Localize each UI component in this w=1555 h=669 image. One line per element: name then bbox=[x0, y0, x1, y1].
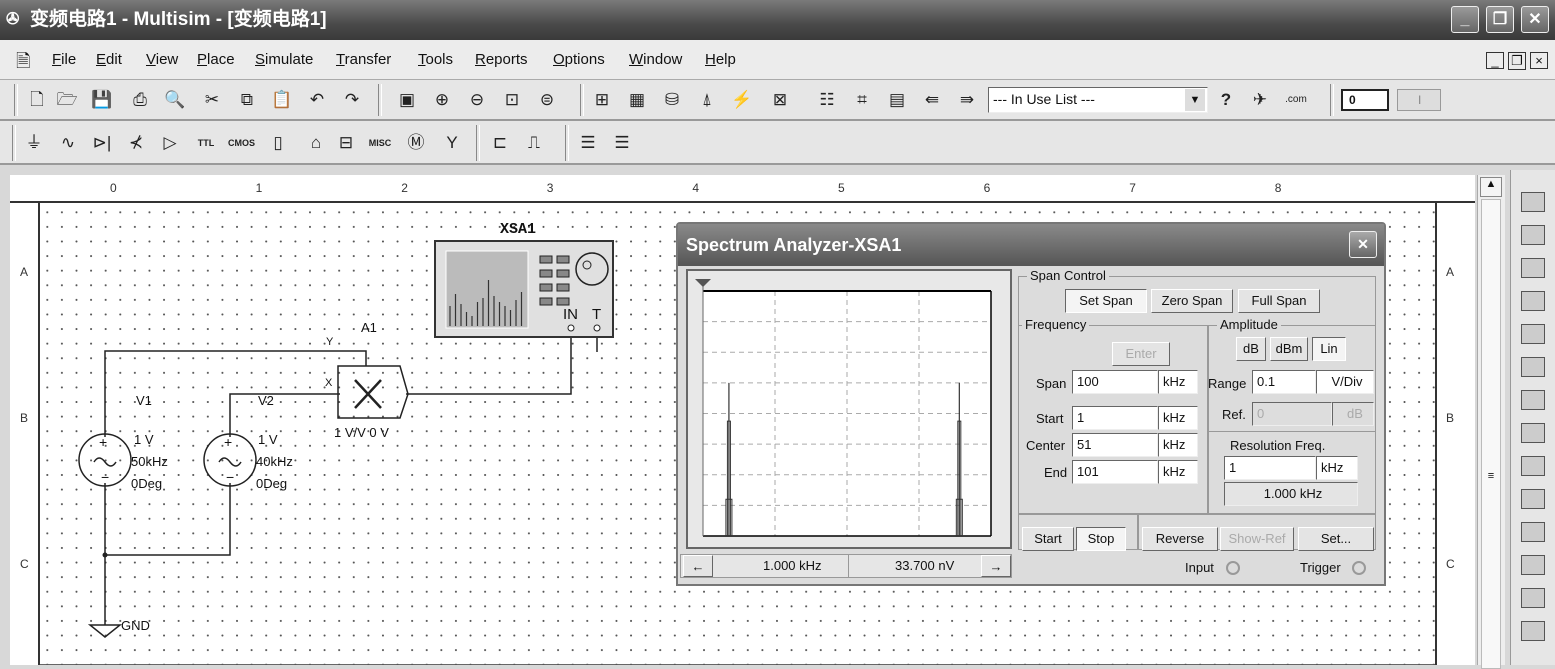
range-unit[interactable]: V/Div bbox=[1316, 370, 1374, 394]
resolution-label: Resolution Freq. bbox=[1230, 438, 1326, 453]
wire-v2-x bbox=[229, 393, 340, 437]
db-button[interactable]: dB bbox=[1236, 337, 1266, 361]
v2-amplitude: 1 V bbox=[258, 432, 278, 447]
v1-phase: 0Deg bbox=[131, 476, 163, 491]
pin-x-label: X bbox=[325, 377, 333, 389]
ref-unit[interactable]: dB bbox=[1332, 402, 1374, 426]
start-input[interactable]: 1 bbox=[1072, 406, 1158, 430]
arrow-left-icon: ← bbox=[691, 559, 705, 574]
input-label: Input bbox=[1185, 560, 1214, 575]
stop-button[interactable]: Stop bbox=[1076, 527, 1126, 551]
show-ref-button[interactable]: Show-Ref bbox=[1220, 527, 1294, 551]
center-input[interactable]: 51 bbox=[1072, 433, 1158, 457]
v1-frequency: 50kHz bbox=[131, 454, 168, 469]
cursor-right-button[interactable]: → bbox=[981, 555, 1011, 577]
wire-v2-gnd bbox=[105, 483, 231, 556]
ref-input[interactable]: 0 bbox=[1252, 402, 1332, 426]
center-label: Center bbox=[1026, 438, 1066, 453]
cursor-marker-icon bbox=[695, 279, 711, 287]
input-terminal-icon[interactable] bbox=[1226, 561, 1240, 575]
span-unit[interactable]: kHz bbox=[1158, 370, 1198, 394]
start-unit[interactable]: kHz bbox=[1158, 406, 1198, 430]
end-unit[interactable]: kHz bbox=[1158, 460, 1198, 484]
range-label: Range bbox=[1208, 376, 1247, 391]
pin-t-label: T bbox=[592, 306, 602, 323]
spectrum-display bbox=[686, 269, 1012, 549]
enter-button[interactable]: Enter bbox=[1112, 342, 1170, 366]
pin-y-label: Y bbox=[326, 336, 334, 348]
svg-text:−: − bbox=[101, 469, 109, 485]
start-label: Start bbox=[1036, 411, 1064, 426]
cursor-bar: ← 1.000 kHz 33.700 nV → bbox=[680, 554, 1012, 578]
ground-icon bbox=[87, 624, 123, 638]
v1-ref: V1 bbox=[136, 393, 152, 408]
sa-close-button[interactable]: ✕ bbox=[1349, 231, 1377, 258]
reverse-button[interactable]: Reverse bbox=[1142, 527, 1218, 551]
spectrum-analyzer-window: Spectrum Analyzer-XSA1 ✕ ← 1.000 kHz 33.… bbox=[676, 222, 1386, 586]
span-label: Span bbox=[1036, 376, 1067, 391]
close-icon: ✕ bbox=[1357, 236, 1369, 252]
multiplier-params: 1 V/V 0 V bbox=[334, 425, 389, 440]
amplitude-label: Amplitude bbox=[1217, 317, 1281, 332]
v2-frequency: 40kHz bbox=[256, 454, 293, 469]
center-unit[interactable]: kHz bbox=[1158, 433, 1198, 457]
span-input[interactable]: 100 bbox=[1072, 370, 1158, 394]
junction-dot bbox=[102, 552, 108, 558]
span-control-label: Span Control bbox=[1027, 268, 1109, 283]
set-span-button[interactable]: Set Span bbox=[1065, 289, 1147, 313]
zero-span-button[interactable]: Zero Span bbox=[1151, 289, 1233, 313]
v2-ref: V2 bbox=[258, 393, 274, 408]
v1-amplitude: 1 V bbox=[134, 432, 154, 447]
svg-text:+: + bbox=[224, 434, 232, 450]
trigger-label: Trigger bbox=[1300, 560, 1341, 575]
full-span-button[interactable]: Full Span bbox=[1238, 289, 1320, 313]
svg-text:−: − bbox=[226, 469, 234, 485]
resolution-unit[interactable]: kHz bbox=[1316, 456, 1358, 480]
v2-phase: 0Deg bbox=[256, 476, 288, 491]
spectrum-plot bbox=[695, 279, 992, 537]
resolution-readout: 1.000 kHz bbox=[1224, 482, 1358, 506]
range-input[interactable]: 0.1 bbox=[1252, 370, 1316, 394]
instrument-ref: XSA1 bbox=[500, 221, 537, 238]
sa-title-bar[interactable]: Spectrum Analyzer-XSA1 bbox=[678, 224, 1384, 266]
multiplier-ref: A1 bbox=[361, 320, 377, 335]
dbm-button[interactable]: dBm bbox=[1270, 337, 1308, 361]
svg-text:+: + bbox=[99, 434, 107, 450]
sa-title: Spectrum Analyzer-XSA1 bbox=[686, 235, 902, 255]
frequency-label: Frequency bbox=[1022, 317, 1090, 332]
spectrum-analyzer-instrument bbox=[434, 240, 614, 338]
pin-in-label: IN bbox=[563, 306, 578, 323]
multiplier-symbol bbox=[337, 365, 409, 419]
ground-label: GND bbox=[121, 618, 150, 633]
lin-button[interactable]: Lin bbox=[1312, 337, 1346, 361]
end-label: End bbox=[1044, 465, 1068, 480]
cursor-amplitude: 33.700 nV bbox=[895, 558, 955, 573]
set-button[interactable]: Set... bbox=[1298, 527, 1374, 551]
trigger-terminal-icon[interactable] bbox=[1352, 561, 1366, 575]
arrow-right-icon: → bbox=[989, 559, 1003, 574]
end-input[interactable]: 101 bbox=[1072, 460, 1158, 484]
cursor-frequency: 1.000 kHz bbox=[763, 558, 822, 573]
resolution-input[interactable]: 1 bbox=[1224, 456, 1316, 480]
ref-label: Ref. bbox=[1222, 407, 1246, 422]
cursor-left-button[interactable]: ← bbox=[683, 555, 713, 577]
multiply-icon bbox=[354, 379, 382, 409]
start-button[interactable]: Start bbox=[1022, 527, 1074, 551]
